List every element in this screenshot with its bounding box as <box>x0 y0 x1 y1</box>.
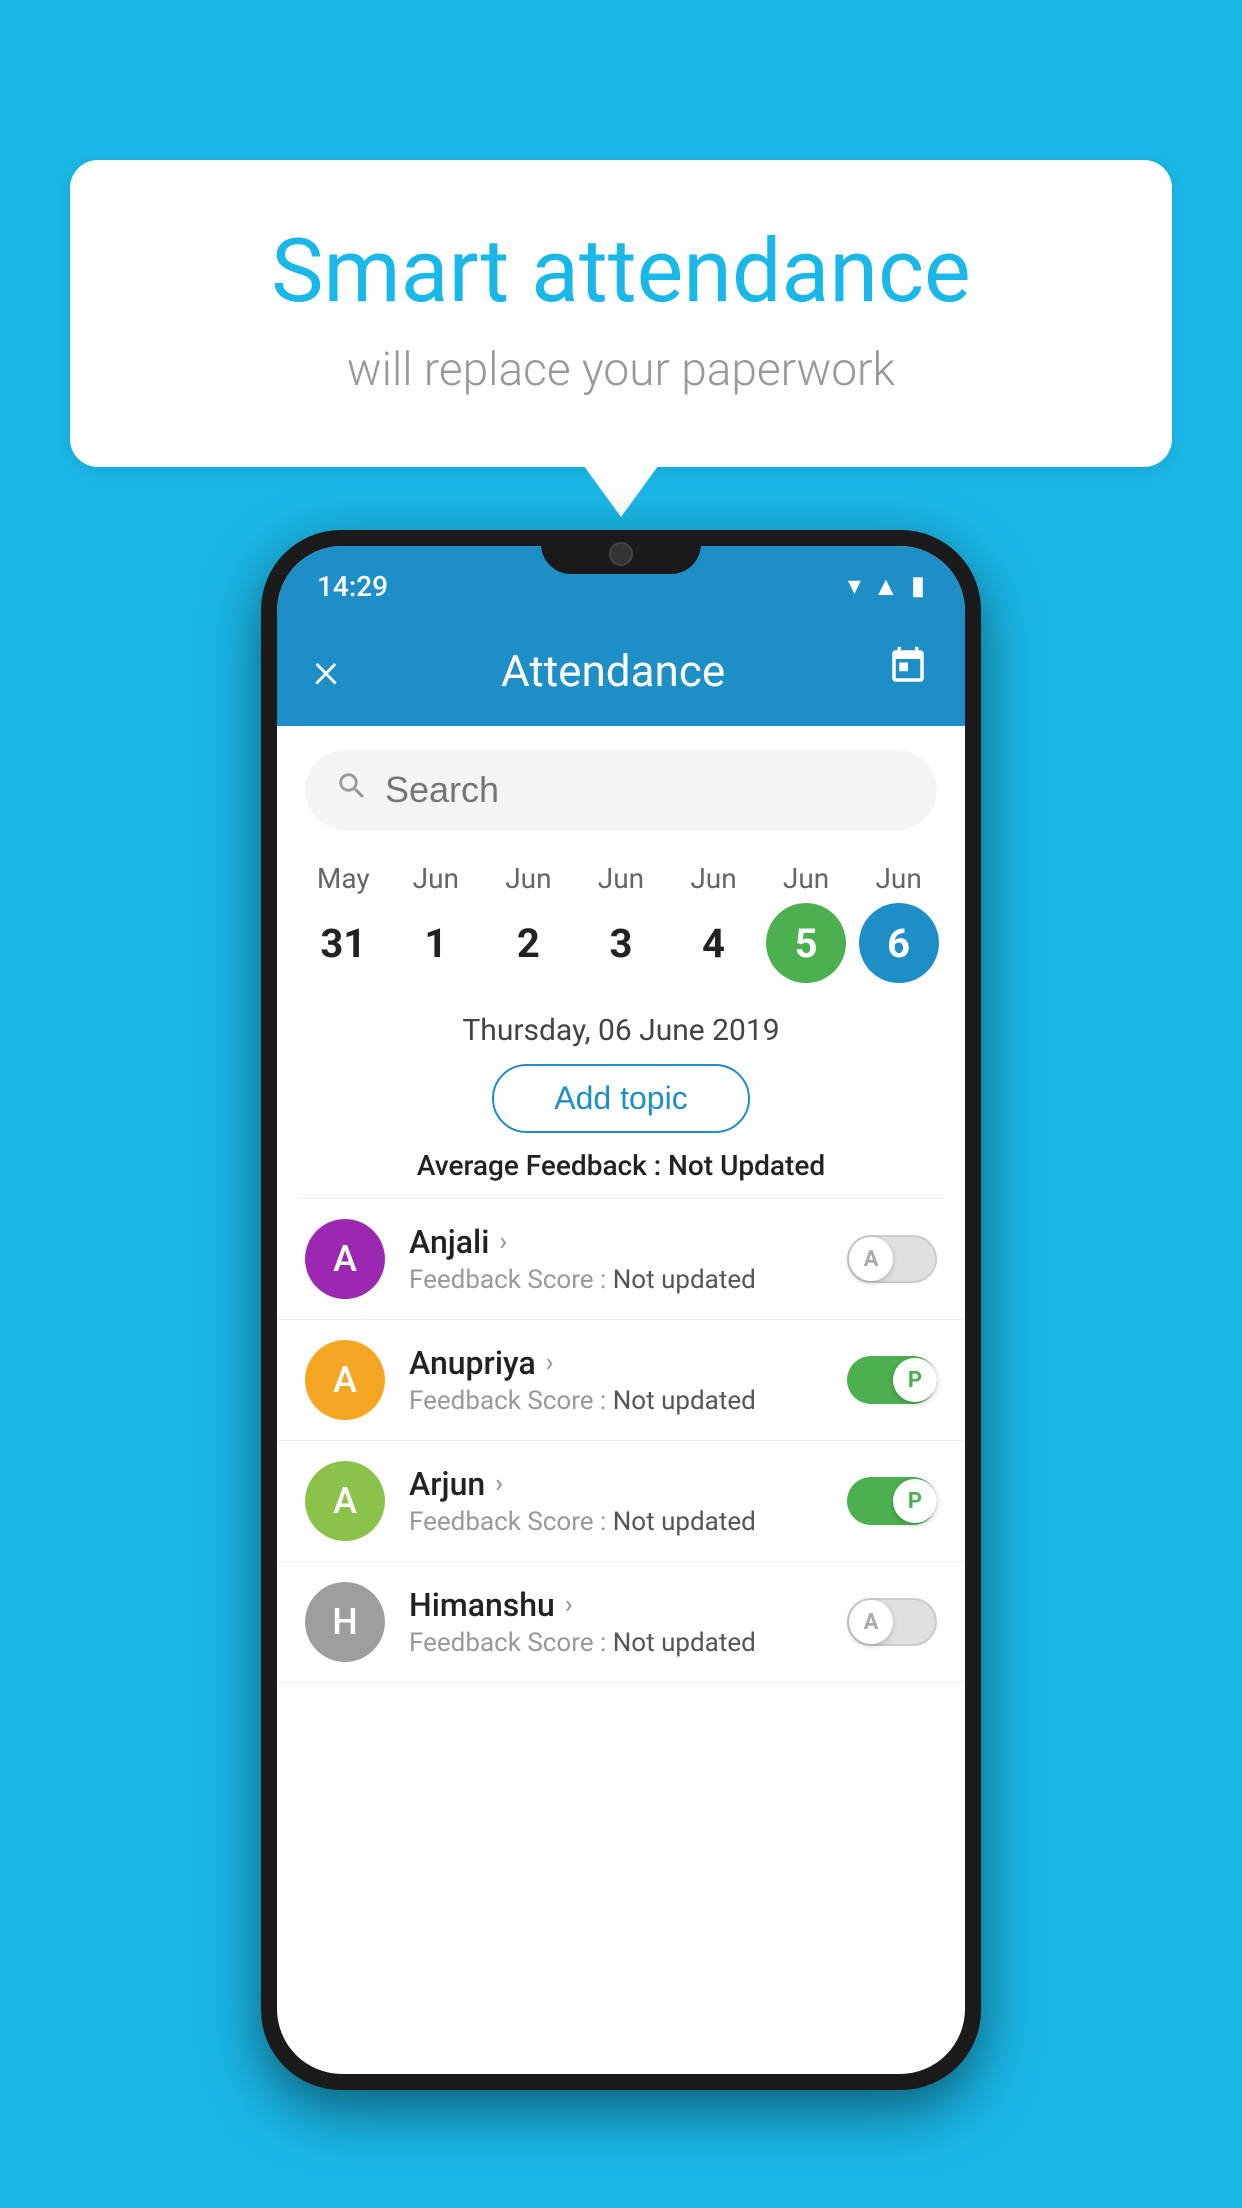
student-name-arjun[interactable]: Arjun › <box>409 1465 823 1503</box>
cal-date-1[interactable]: 1 <box>396 903 476 983</box>
speech-bubble-title: Smart attendance <box>150 220 1092 323</box>
student-feedback-himanshu: Feedback Score : Not updated <box>409 1628 823 1658</box>
student-feedback-anjali: Feedback Score : Not updated <box>409 1265 823 1295</box>
phone-outer: 14:29 ▾ ▲ ▮ × Attendance <box>261 530 981 2090</box>
cal-date-3[interactable]: 3 <box>581 903 661 983</box>
student-item-himanshu: H Himanshu › Feedback Score : Not update… <box>277 1562 965 1683</box>
cal-date-6[interactable]: 6 <box>859 903 939 983</box>
calendar-button[interactable] <box>887 645 929 697</box>
average-feedback: Average Feedback : Not Updated <box>277 1149 965 1182</box>
app-header: × Attendance <box>277 616 965 726</box>
phone-screen: 14:29 ▾ ▲ ▮ × Attendance <box>277 546 965 2074</box>
student-list: A Anjali › Feedback Score : Not updated … <box>277 1199 965 1683</box>
student-info-arjun: Arjun › Feedback Score : Not updated <box>409 1465 823 1537</box>
speech-bubble: Smart attendance will replace your paper… <box>70 160 1172 467</box>
add-topic-button[interactable]: Add topic <box>492 1064 749 1133</box>
cal-date-2[interactable]: 2 <box>488 903 568 983</box>
avg-feedback-label: Average Feedback : <box>417 1149 661 1182</box>
feedback-value-anjali: Not updated <box>613 1265 756 1295</box>
student-info-anjali: Anjali › Feedback Score : Not updated <box>409 1223 823 1295</box>
student-name-himanshu[interactable]: Himanshu › <box>409 1586 823 1624</box>
signal-icon: ▲ <box>873 571 899 602</box>
cal-month-6: Jun <box>859 862 939 895</box>
student-item-arjun: A Arjun › Feedback Score : Not updated P <box>277 1441 965 1562</box>
toggle-knob-arjun: P <box>893 1479 937 1523</box>
phone: 14:29 ▾ ▲ ▮ × Attendance <box>261 530 981 2090</box>
toggle-himanshu[interactable]: A <box>847 1598 937 1646</box>
student-name-anjali[interactable]: Anjali › <box>409 1223 823 1261</box>
feedback-value-arjun: Not updated <box>613 1507 756 1537</box>
phone-notch <box>541 530 701 574</box>
cal-month-1: Jun <box>396 862 476 895</box>
cal-month-4: Jun <box>674 862 754 895</box>
phone-camera <box>609 542 633 566</box>
chevron-icon-anupriya: › <box>546 1348 554 1378</box>
cal-date-4[interactable]: 4 <box>674 903 754 983</box>
avatar-anjali: A <box>305 1219 385 1299</box>
avatar-arjun: A <box>305 1461 385 1541</box>
chevron-icon-anjali: › <box>499 1227 507 1257</box>
toggle-knob-anupriya: P <box>893 1358 937 1402</box>
student-item-anjali: A Anjali › Feedback Score : Not updated … <box>277 1199 965 1320</box>
cal-date-31[interactable]: 31 <box>303 903 383 983</box>
student-info-anupriya: Anupriya › Feedback Score : Not updated <box>409 1344 823 1416</box>
avatar-anupriya: A <box>305 1340 385 1420</box>
speech-bubble-subtitle: will replace your paperwork <box>150 343 1092 397</box>
chevron-icon-arjun: › <box>495 1469 503 1499</box>
cal-month-3: Jun <box>581 862 661 895</box>
cal-month-2: Jun <box>488 862 568 895</box>
avg-feedback-value: Not Updated <box>668 1149 825 1182</box>
student-feedback-arjun: Feedback Score : Not updated <box>409 1507 823 1537</box>
toggle-arjun[interactable]: P <box>847 1477 937 1525</box>
toggle-anupriya[interactable]: P <box>847 1356 937 1404</box>
header-title: Attendance <box>501 645 725 697</box>
battery-icon: ▮ <box>911 571 925 601</box>
avatar-himanshu: H <box>305 1582 385 1662</box>
cal-month-0: May <box>303 862 383 895</box>
wifi-icon: ▾ <box>848 571 861 601</box>
student-info-himanshu: Himanshu › Feedback Score : Not updated <box>409 1586 823 1658</box>
student-item-anupriya: A Anupriya › Feedback Score : Not update… <box>277 1320 965 1441</box>
calendar-dates: 31 1 2 3 4 5 6 <box>277 895 965 1003</box>
calendar-months: May Jun Jun Jun Jun Jun Jun <box>277 846 965 895</box>
status-icons: ▾ ▲ ▮ <box>848 571 925 602</box>
toggle-anjali[interactable]: A <box>847 1235 937 1283</box>
search-icon <box>335 769 369 812</box>
student-feedback-anupriya: Feedback Score : Not updated <box>409 1386 823 1416</box>
feedback-value-himanshu: Not updated <box>613 1628 756 1658</box>
student-name-anupriya[interactable]: Anupriya › <box>409 1344 823 1382</box>
status-time: 14:29 <box>317 570 388 603</box>
selected-date-info: Thursday, 06 June 2019 <box>277 1013 965 1048</box>
search-bar[interactable] <box>305 750 937 830</box>
toggle-knob-anjali: A <box>849 1237 893 1281</box>
cal-date-5[interactable]: 5 <box>766 903 846 983</box>
toggle-knob-himanshu: A <box>849 1600 893 1644</box>
chevron-icon-himanshu: › <box>565 1590 573 1620</box>
cal-month-5: Jun <box>766 862 846 895</box>
close-button[interactable]: × <box>313 642 339 700</box>
search-input[interactable] <box>385 769 907 811</box>
feedback-value-anupriya: Not updated <box>613 1386 756 1416</box>
speech-bubble-container: Smart attendance will replace your paper… <box>70 160 1172 467</box>
